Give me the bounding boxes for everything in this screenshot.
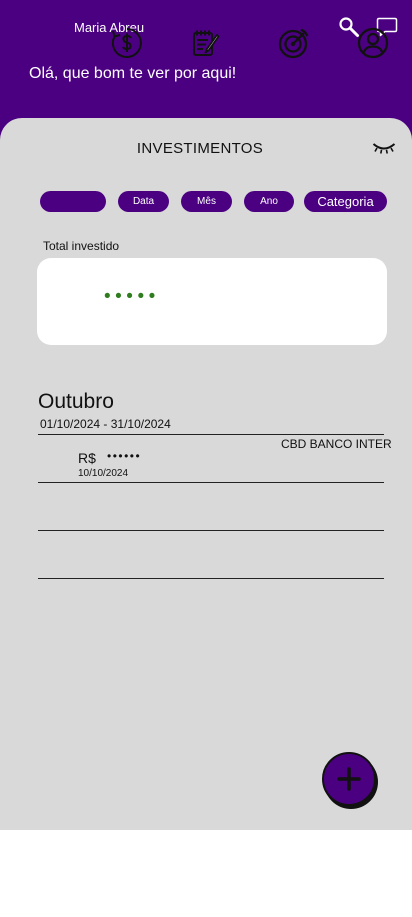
filter-chip-date[interactable]: Data	[118, 191, 169, 212]
target-icon[interactable]	[277, 26, 311, 60]
period-range: 01/10/2024 - 31/10/2024	[40, 417, 171, 431]
eye-closed-icon[interactable]	[372, 141, 396, 155]
total-invested-card	[37, 258, 387, 345]
divider	[38, 434, 384, 435]
divider	[38, 530, 384, 531]
total-invested-value: •••••	[104, 286, 160, 307]
greeting-text: Olá, que bom te ver por aqui!	[29, 65, 237, 82]
divider	[38, 578, 384, 579]
notepad-icon[interactable]	[188, 26, 222, 60]
money-cycle-icon[interactable]	[110, 26, 144, 60]
divider	[38, 482, 384, 483]
plus-icon	[337, 767, 361, 791]
entry-date: 10/10/2024	[78, 468, 129, 479]
bottom-nav	[0, 830, 412, 917]
profile-icon[interactable]	[356, 26, 390, 60]
filter-chip-year[interactable]: Ano	[244, 191, 294, 212]
filter-chip-month[interactable]: Mês	[181, 191, 232, 212]
period-month: Outubro	[38, 390, 114, 413]
add-investment-button[interactable]	[322, 752, 376, 806]
content-sheet	[0, 118, 412, 830]
filter-chip-blank[interactable]	[40, 191, 106, 212]
filter-chip-category[interactable]: Categoria	[304, 191, 387, 212]
total-invested-label: Total investido	[43, 239, 120, 253]
entry-bank: CBD BANCO INTER	[281, 437, 392, 451]
entry-currency: R$	[78, 450, 96, 466]
page-title: INVESTIMENTOS	[136, 140, 264, 157]
entry-amount: ••••••	[107, 449, 142, 463]
